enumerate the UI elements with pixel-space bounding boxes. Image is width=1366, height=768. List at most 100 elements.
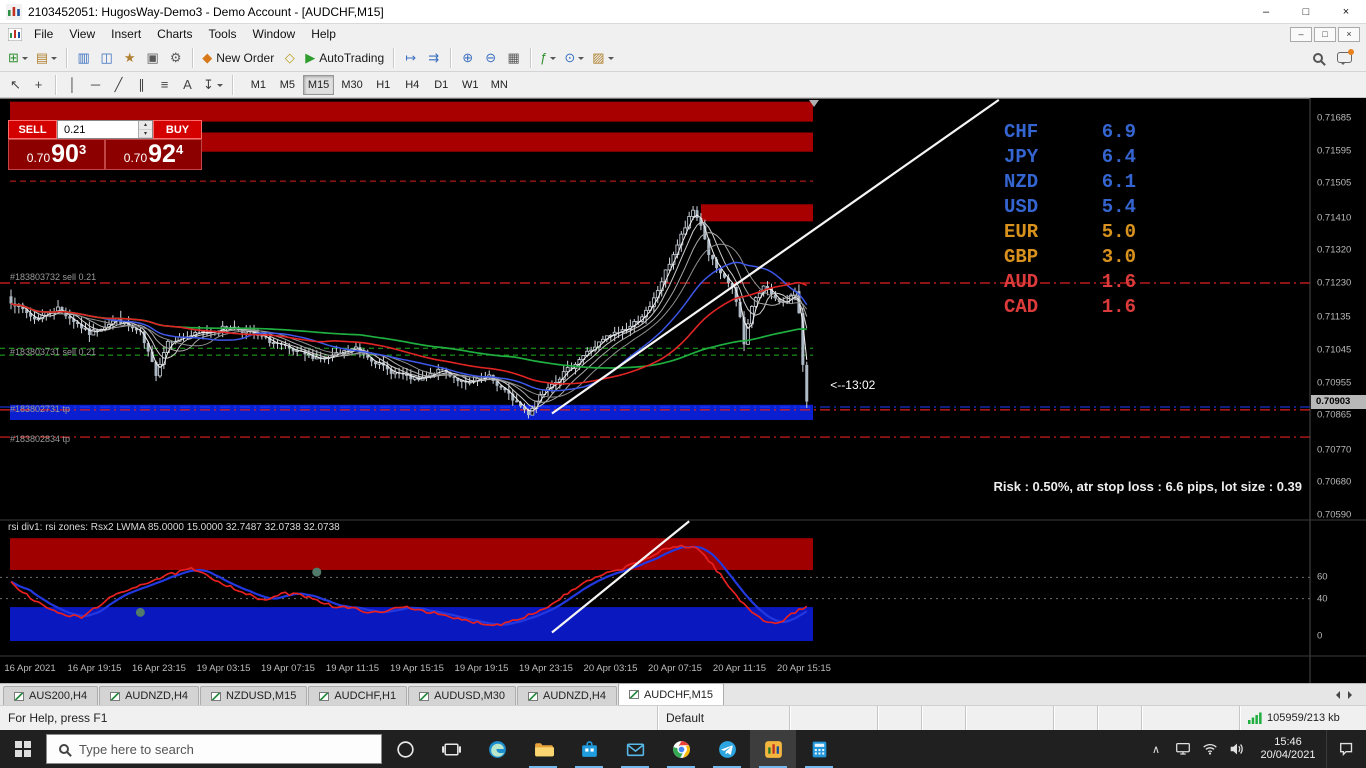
buy-button[interactable]: BUY — [153, 120, 202, 139]
templates-button[interactable]: ▨ — [588, 47, 617, 69]
telegram-icon[interactable] — [704, 730, 750, 768]
time-axis[interactable]: 16 Apr 2021 16 Apr 19:15 16 Apr 23:15 19 Ap… — [0, 659, 1310, 679]
periods-button[interactable]: ⊙ — [560, 47, 588, 69]
timeframe-m30[interactable]: M30 — [336, 75, 367, 95]
zoom-out-button[interactable]: ⊖ — [479, 47, 502, 69]
spin-down-icon[interactable]: ▾ — [139, 129, 152, 138]
metaeditor-button[interactable]: ◇ — [278, 47, 301, 69]
timeframe-m1[interactable]: M1 — [245, 75, 272, 95]
tab-scroll-left-icon[interactable] — [1332, 690, 1340, 699]
arrows-tool[interactable]: ↧ — [199, 74, 227, 96]
sell-price[interactable]: 0.70 90 3 — [8, 139, 105, 170]
crosshair-tool[interactable]: + — [27, 74, 50, 96]
menu-charts[interactable]: Charts — [149, 26, 200, 42]
timeframe-m15[interactable]: M15 — [302, 74, 335, 95]
chart-tab[interactable]: AUDCHF,H1 — [308, 686, 408, 705]
menu-tools[interactable]: Tools — [201, 26, 245, 42]
horizontal-line-tool[interactable]: ─ — [84, 74, 107, 96]
chrome-icon[interactable] — [658, 730, 704, 768]
mt4-icon[interactable] — [750, 730, 796, 768]
fibonacci-tool[interactable]: ≡ — [153, 74, 176, 96]
timeframe-h1[interactable]: H1 — [370, 75, 397, 95]
chart-close-button[interactable]: × — [1338, 26, 1360, 42]
chart-tab[interactable]: AUDCHF,M15 — [617, 683, 725, 705]
chart-tab-icon — [319, 691, 330, 701]
trendline-tool[interactable]: ╱ — [107, 74, 130, 96]
volume-value[interactable]: 0.21 — [64, 124, 85, 136]
chart-canvas[interactable] — [0, 98, 1366, 683]
menu-window[interactable]: Window — [245, 26, 304, 42]
monitor-icon[interactable] — [1169, 740, 1196, 758]
restore-button[interactable]: □ — [1286, 0, 1326, 23]
edge-icon[interactable] — [474, 730, 520, 768]
minimize-button[interactable]: – — [1246, 0, 1286, 23]
timeframe-d1[interactable]: D1 — [428, 75, 455, 95]
price-scale[interactable]: 0.71685 0.71595 0.71505 0.71410 0.71320 0.712… — [1311, 98, 1366, 683]
terminal-button[interactable]: ▣ — [141, 47, 164, 69]
start-button[interactable] — [0, 730, 46, 768]
autotrading-button[interactable]: ▶ AutoTrading — [301, 47, 388, 69]
chart-tab-label: AUDUSD,M30 — [434, 690, 505, 702]
auto-scroll-button[interactable]: ⇉ — [422, 47, 445, 69]
menu-insert[interactable]: Insert — [103, 26, 149, 42]
data-window-button[interactable]: ◫ — [95, 47, 118, 69]
timeframe-h4[interactable]: H4 — [399, 75, 426, 95]
mail-icon[interactable] — [612, 730, 658, 768]
close-button[interactable]: × — [1326, 0, 1366, 23]
chart-tab[interactable]: AUDNZD,H4 — [99, 686, 200, 705]
chart-tab-label: AUDNZD,H4 — [125, 690, 189, 702]
menu-view[interactable]: View — [61, 26, 103, 42]
status-cell — [1142, 706, 1240, 730]
volume-spinner[interactable]: ▴ ▾ — [138, 121, 152, 138]
indicators-button[interactable]: ƒ — [536, 47, 560, 69]
buy-price[interactable]: 0.70 92 4 — [105, 139, 202, 170]
chart-shift-button[interactable]: ↦ — [399, 47, 422, 69]
notification-center-button[interactable] — [1326, 730, 1366, 768]
taskbar-clock[interactable]: 15:46 20/04/2021 — [1250, 736, 1326, 762]
timeframe-w1[interactable]: W1 — [457, 75, 484, 95]
chart-tab[interactable]: AUS200,H4 — [3, 686, 99, 705]
tray-chevron-icon[interactable]: ∧ — [1143, 743, 1169, 756]
timeframe-m5[interactable]: M5 — [274, 75, 301, 95]
channel-tool[interactable]: ∥ — [130, 74, 153, 96]
chart-tab[interactable]: AUDUSD,M30 — [408, 686, 516, 705]
text-tool[interactable]: A — [176, 74, 199, 96]
vertical-line-tool[interactable]: │ — [61, 74, 84, 96]
mt4-window: 2103452051: HugosWay-Demo3 - Demo Accoun… — [0, 0, 1366, 768]
new-order-button[interactable]: ◆ New Order — [198, 47, 278, 69]
market-watch-button[interactable]: ▥ — [72, 47, 95, 69]
new-chart-button[interactable]: ⊞ — [4, 47, 32, 69]
profiles-icon: ▤ — [35, 49, 49, 65]
taskbar-search-input[interactable]: Type here to search — [46, 734, 382, 764]
clock-date: 20/04/2021 — [1260, 749, 1316, 761]
menu-file[interactable]: File — [26, 26, 61, 42]
task-view-icon[interactable] — [428, 730, 474, 768]
order-label: #183802731 tp — [10, 404, 71, 415]
spin-up-icon[interactable]: ▴ — [139, 121, 152, 130]
volume-stepper[interactable]: 0.21 ▴ ▾ — [57, 120, 153, 139]
profiles-button[interactable]: ▤ — [32, 47, 61, 69]
status-profile[interactable]: Default — [658, 706, 790, 730]
chat-icon[interactable] — [1337, 49, 1354, 65]
search-icon[interactable] — [1313, 52, 1323, 63]
chart-minimize-button[interactable]: – — [1290, 26, 1312, 42]
tab-scroll-right-icon[interactable] — [1348, 690, 1356, 699]
zoom-in-button[interactable]: ⊕ — [456, 47, 479, 69]
strategy-tester-button[interactable]: ⚙ — [164, 47, 187, 69]
sell-button[interactable]: SELL — [8, 120, 57, 139]
menu-help[interactable]: Help — [303, 26, 344, 42]
chart-restore-button[interactable]: □ — [1314, 26, 1336, 42]
file-explorer-icon[interactable] — [520, 730, 566, 768]
navigator-button[interactable]: ★ — [118, 47, 141, 69]
store-icon[interactable] — [566, 730, 612, 768]
network-icon[interactable] — [1196, 740, 1223, 758]
tile-windows-button[interactable]: ▦ — [502, 47, 525, 69]
timeframe-mn[interactable]: MN — [486, 75, 513, 95]
chart-tab[interactable]: AUDNZD,H4 — [516, 686, 617, 705]
cortana-icon[interactable] — [382, 730, 428, 768]
cursor-icon: ↖ — [10, 76, 21, 92]
calculator-icon[interactable] — [796, 730, 842, 768]
cursor-tool[interactable]: ↖ — [4, 74, 27, 96]
volume-icon[interactable] — [1223, 740, 1250, 758]
chart-tab[interactable]: NZDUSD,M15 — [200, 686, 308, 705]
